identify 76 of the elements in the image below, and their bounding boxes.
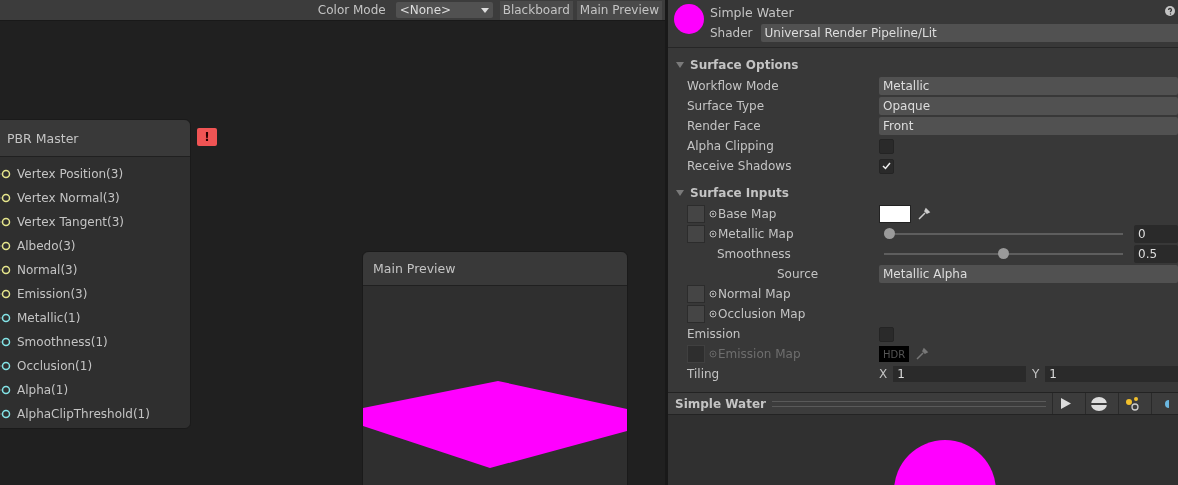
toolbar-button[interactable]: Blackboard — [499, 0, 573, 20]
main-preview-node[interactable]: Main Preview — [362, 251, 628, 485]
preview-title: Simple Water — [675, 396, 766, 411]
property-label: Base Map — [718, 207, 777, 221]
color-swatch[interactable] — [879, 205, 911, 223]
dropdown-field[interactable]: Opaque — [879, 97, 1178, 115]
caret-icon — [480, 7, 489, 13]
port-connector-icon[interactable] — [0, 289, 11, 299]
dropdown-field[interactable]: Front — [879, 117, 1178, 135]
slider-thumb[interactable] — [998, 248, 1009, 259]
target-icon[interactable] — [709, 210, 717, 218]
shader-label: Shader — [710, 26, 753, 40]
port-label: Occlusion(1) — [17, 359, 93, 373]
number-field[interactable]: 0.5 — [1134, 245, 1178, 263]
number-field[interactable]: 0 — [1134, 225, 1178, 243]
pbr-master-node[interactable]: PBR Master Vertex Position(3) Vertex Normal(3) Vertex Tangent(3) Albedo(3) Normal(3) Emission(3) Metallic(1) Smoothness(1) Occlusion(1) Alpha(1) AlphaClipThreshold(1) — [0, 119, 191, 429]
port-connector-icon[interactable] — [0, 361, 11, 371]
port-connector-icon[interactable] — [0, 241, 11, 251]
color-mode-label: Color Mode — [317, 3, 386, 17]
section-title: Surface Inputs — [690, 186, 789, 200]
property-label: Normal Map — [718, 287, 791, 301]
property-label: Metallic Map — [718, 227, 794, 241]
port-connector-icon[interactable] — [0, 217, 11, 227]
toolbar-button[interactable]: Main Preview — [576, 0, 662, 20]
number-field[interactable]: 1 — [893, 366, 1026, 382]
port-connector-icon[interactable] — [0, 169, 11, 179]
port-label: Smoothness(1) — [17, 335, 108, 349]
color-mode-dropdown[interactable]: <None> — [395, 2, 493, 18]
property-label: Render Face — [687, 119, 761, 133]
port-label: Metallic(1) — [17, 311, 81, 325]
port-label: Emission(3) — [17, 287, 88, 301]
property-label: Source — [777, 267, 819, 281]
property-label: Receive Shadows — [687, 159, 792, 173]
play-icon — [1061, 398, 1071, 409]
error-badge[interactable]: ! — [197, 128, 217, 146]
node-title: Main Preview — [373, 261, 456, 276]
port-label: Vertex Normal(3) — [17, 191, 120, 205]
port-connector-icon[interactable] — [0, 337, 11, 347]
eyedropper-icon[interactable] — [917, 207, 931, 221]
property-label: Workflow Mode — [687, 79, 779, 93]
port-label: Vertex Position(3) — [17, 167, 124, 181]
port-connector-icon[interactable] — [0, 409, 11, 419]
foldout-arrow-icon[interactable] — [676, 189, 684, 197]
target-icon[interactable] — [709, 290, 717, 298]
port-connector-icon[interactable] — [0, 313, 11, 323]
slider-thumb[interactable] — [884, 228, 895, 239]
number-field[interactable]: 1 — [1045, 366, 1178, 382]
material-name: Simple Water — [710, 5, 794, 20]
property-label: Tiling — [687, 367, 720, 381]
port-label: AlphaClipThreshold(1) — [17, 407, 150, 421]
dropdown-field[interactable]: Metallic Alpha — [879, 265, 1178, 283]
axis-label: X — [879, 367, 888, 381]
foldout-arrow-icon[interactable] — [676, 61, 684, 69]
property-label: Alpha Clipping — [687, 139, 774, 153]
checkmark-icon — [882, 162, 891, 170]
property-label: Occlusion Map — [718, 307, 806, 321]
property-label: Smoothness — [717, 247, 791, 261]
port-connector-icon[interactable] — [0, 265, 11, 275]
material-sphere-icon — [674, 4, 704, 34]
port-connector-icon[interactable] — [0, 193, 11, 203]
node-title: PBR Master — [6, 130, 79, 146]
port-label: Alpha(1) — [17, 383, 69, 397]
section-title: Surface Options — [690, 58, 799, 72]
property-label: Surface Type — [687, 99, 765, 113]
port-label: Normal(3) — [17, 263, 78, 277]
target-icon[interactable] — [709, 310, 717, 318]
target-icon[interactable] — [709, 230, 717, 238]
property-label: Emission — [687, 327, 741, 341]
port-label: Vertex Tangent(3) — [17, 215, 124, 229]
port-connector-icon[interactable] — [0, 385, 11, 395]
shader-dropdown[interactable]: Universal Render Pipeline/Lit — [760, 24, 1178, 42]
dropdown-field[interactable]: Metallic — [879, 77, 1178, 95]
port-label: Albedo(3) — [17, 239, 76, 253]
help-icon[interactable] — [1165, 6, 1175, 16]
axis-label: Y — [1031, 367, 1040, 381]
checkbox[interactable] — [879, 158, 894, 174]
